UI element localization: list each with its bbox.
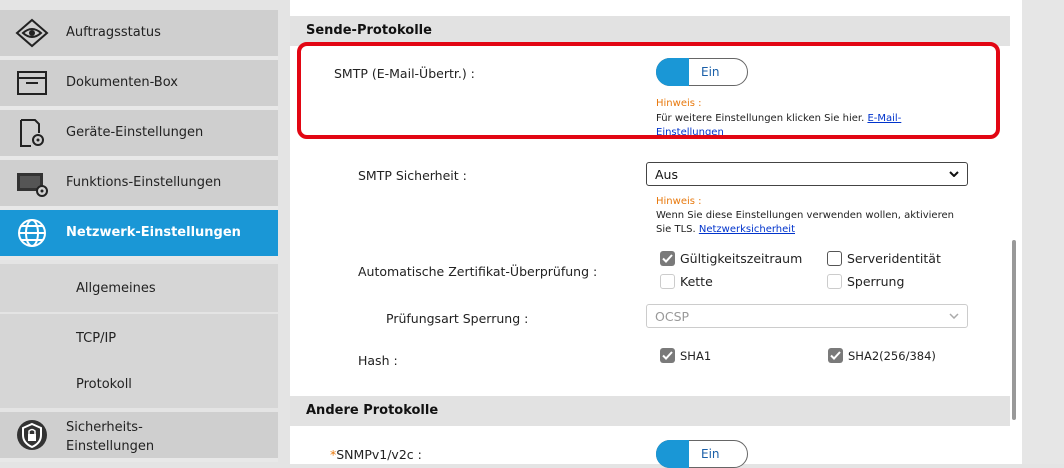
- scrollbar-thumb[interactable]: [1012, 240, 1016, 420]
- hint-line2: Sie TLS.: [656, 224, 696, 235]
- toggle-knob: [656, 58, 684, 86]
- server-identity-checkbox[interactable]: Serveridentität: [827, 251, 941, 266]
- checkbox-label: Sperrung: [847, 274, 905, 289]
- checkbox-label: SHA1: [680, 348, 712, 363]
- scrollbar-track[interactable]: [1022, 0, 1064, 464]
- smtp-hint-title: Hinweis :: [656, 98, 702, 109]
- sidebar-item-label: Sicherheits- Einstellungen: [66, 418, 154, 456]
- section-title: Andere Protokolle: [306, 403, 439, 418]
- chevron-down-icon: [949, 313, 959, 319]
- sidebar-subitem-label: Allgemeines: [76, 281, 156, 296]
- smtp-label: SMTP (E-Mail-Übertr.) :: [334, 66, 475, 81]
- folder-icon: [12, 66, 52, 100]
- checkmark-icon: [660, 251, 675, 266]
- checkbox-label: Gültigkeitszeitraum: [680, 251, 803, 266]
- sha1-checkbox[interactable]: SHA1: [660, 348, 711, 363]
- smtp-toggle[interactable]: Ein: [656, 58, 748, 86]
- sidebar-item-sicherheits-einstellungen[interactable]: Sicherheits- Einstellungen: [0, 412, 278, 462]
- smtp-security-hint-title: Hinweis :: [656, 196, 702, 207]
- checkbox-label: Serveridentität: [847, 251, 941, 266]
- sidebar-item-funktions-einstellungen[interactable]: Funktions-Einstellungen: [0, 160, 278, 210]
- checkbox-label: SHA2(256/384): [848, 348, 936, 363]
- chevron-down-icon: [949, 171, 959, 177]
- sidebar-item-dokumenten-box[interactable]: Dokumenten-Box: [0, 60, 278, 110]
- sha2-checkbox[interactable]: SHA2(256/384): [828, 348, 936, 363]
- sidebar-item-label: Netzwerk-Einstellungen: [66, 225, 241, 240]
- checkbox-box: [827, 251, 842, 266]
- snmp-label: *SNMPv1/v2c :: [330, 447, 422, 462]
- sidebar-subitem-label: Protokoll: [76, 377, 132, 392]
- validity-checkbox[interactable]: Gültigkeitszeitraum: [660, 251, 802, 266]
- main-content: Sende-Protokolle SMTP (E-Mail-Übertr.) :…: [290, 0, 1022, 468]
- smtp-security-hint-text: Wenn Sie diese Einstellungen verwenden w…: [656, 209, 1006, 237]
- sidebar-item-label: Funktions-Einstellungen: [66, 175, 222, 190]
- checkbox-box: [660, 274, 675, 289]
- smtp-security-select[interactable]: Aus: [646, 162, 968, 186]
- security-label-line1: Sicherheits-: [66, 420, 143, 435]
- smtp-hint-text: Für weitere Einstellungen klicken Sie hi…: [656, 112, 946, 140]
- checkbox-box: [827, 274, 842, 289]
- toggle-text: Ein: [701, 65, 720, 79]
- sidebar-item-geraete-einstellungen[interactable]: Geräte-Einstellungen: [0, 110, 278, 160]
- shield-lock-icon: [12, 418, 52, 452]
- section-header-send-protocols: Sende-Protokolle: [290, 16, 1010, 46]
- sidebar-item-auftragsstatus[interactable]: Auftragsstatus: [0, 10, 278, 60]
- revocation-type-label: Prüfungsart Sperrung :: [386, 311, 529, 326]
- section-title: Sende-Protokolle: [306, 23, 432, 38]
- section-header-other-protocols: Andere Protokolle: [290, 396, 1010, 426]
- snmp-label-text: SNMPv1/v2c :: [336, 447, 422, 462]
- hash-label: Hash :: [358, 353, 398, 368]
- revocation-checkbox[interactable]: Sperrung: [827, 274, 904, 289]
- sidebar-subitem-allgemeines[interactable]: Allgemeines: [0, 264, 278, 312]
- sidebar-subitem-protokoll[interactable]: Protokoll: [0, 360, 278, 408]
- network-security-link[interactable]: Netzwerksicherheit: [699, 224, 795, 235]
- select-value: OCSP: [655, 309, 690, 324]
- toggle-text: Ein: [701, 447, 720, 461]
- sidebar-item-label: Geräte-Einstellungen: [66, 125, 204, 140]
- checkmark-icon: [828, 348, 843, 363]
- chain-checkbox[interactable]: Kette: [660, 274, 713, 289]
- device-settings-icon: [12, 116, 52, 150]
- smtp-hint-body: Für weitere Einstellungen klicken Sie hi…: [656, 113, 865, 124]
- auto-cert-label: Automatische Zertifikat-Überprüfung :: [358, 264, 598, 279]
- revocation-type-select[interactable]: OCSP: [646, 304, 968, 328]
- smtp-security-label: SMTP Sicherheit :: [358, 168, 467, 183]
- checkmark-icon: [660, 348, 675, 363]
- security-label-line2: Einstellungen: [66, 439, 155, 454]
- sidebar-item-netzwerk-einstellungen[interactable]: Netzwerk-Einstellungen: [0, 210, 278, 260]
- sidebar-item-label: Auftragsstatus: [66, 25, 161, 40]
- select-value: Aus: [655, 167, 678, 182]
- checkbox-label: Kette: [680, 274, 713, 289]
- sidebar-subitem-label: TCP/IP: [76, 331, 117, 346]
- function-settings-icon: [12, 166, 52, 200]
- hint-line1: Wenn Sie diese Einstellungen verwenden w…: [656, 210, 954, 221]
- sidebar-subitem-tcp-ip[interactable]: TCP/IP: [0, 314, 278, 362]
- sidebar-item-label: Dokumenten-Box: [66, 75, 178, 90]
- sidebar: Auftragsstatus Dokumenten-Box Geräte-Ein…: [0, 0, 278, 464]
- globe-icon: [12, 216, 52, 250]
- eye-icon: [12, 16, 52, 50]
